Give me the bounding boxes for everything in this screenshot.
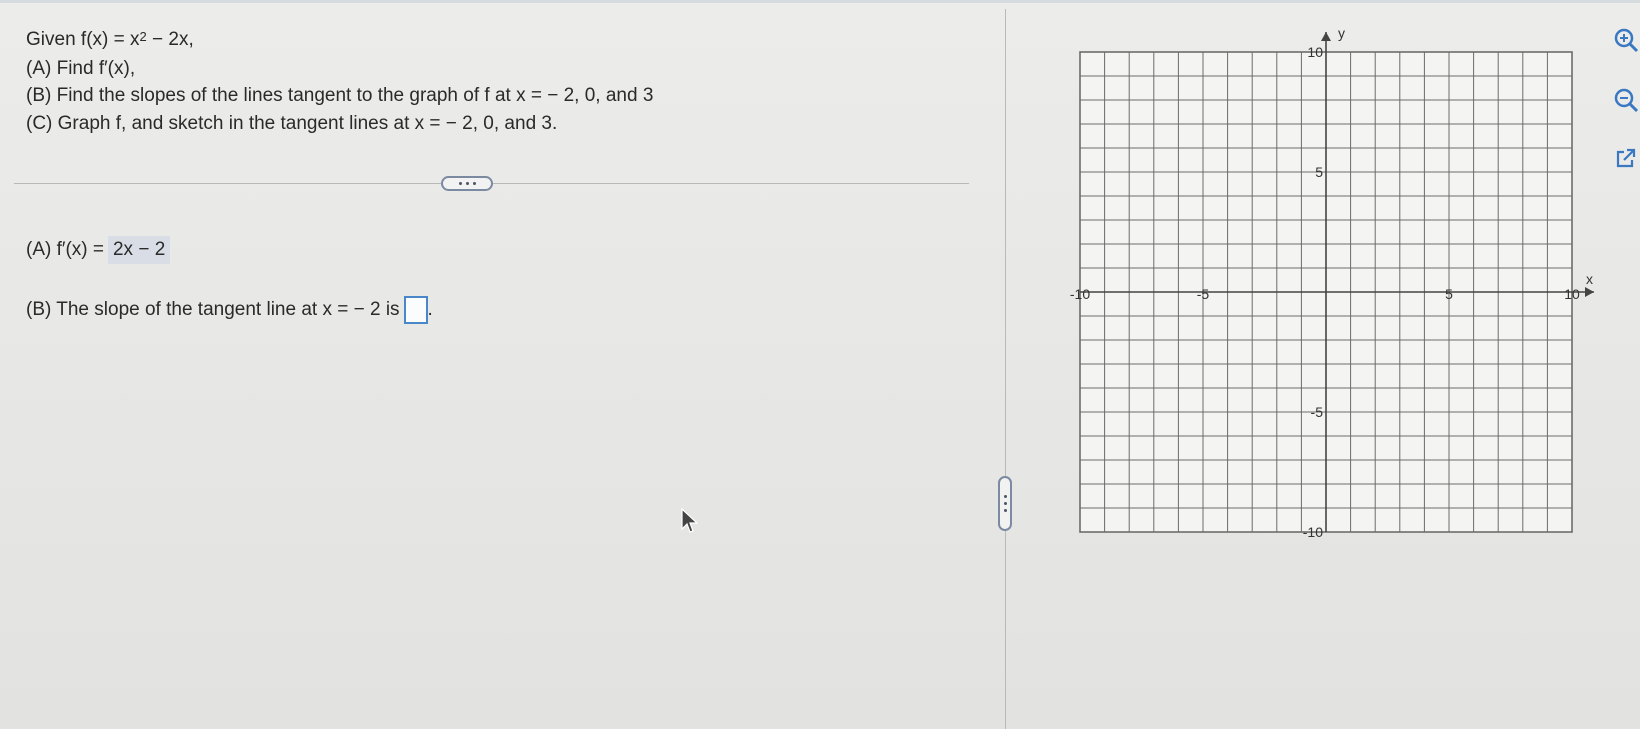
x-axis-arrow-icon — [1585, 287, 1594, 297]
answer-b-period: . — [427, 299, 433, 321]
x-tick-label: 10 — [1564, 286, 1580, 302]
question-part-c: (C) Graph f, and sketch in the tangent l… — [26, 112, 558, 134]
question-text: Given f(x) = x2 − 2x, (A) Find f′(x), (B… — [26, 26, 653, 137]
given-prefix: Given f(x) = x — [26, 29, 140, 50]
answer-a-label: (A) f′(x) = — [26, 239, 104, 260]
question-part-b: (B) Find the slopes of the lines tangent… — [26, 85, 654, 106]
answer-b-label: (B) The slope of the tangent line at x =… — [26, 299, 400, 321]
answer-a-row: (A) f′(x) = 2x − 2 — [26, 236, 171, 264]
graph-panel[interactable]: x y -10 -5 5 10 10 5 -5 -10 — [1060, 20, 1605, 540]
y-tick-label: 10 — [1307, 44, 1323, 60]
panel-divider — [1005, 9, 1006, 729]
x-axis-label: x — [1586, 271, 1593, 287]
answer-b-row: (B) The slope of the tangent line at x =… — [26, 296, 433, 324]
slope-input[interactable] — [403, 296, 428, 324]
x-tick-label: -5 — [1197, 286, 1210, 302]
x-tick-label: 5 — [1445, 286, 1453, 302]
y-tick-label: 5 — [1315, 164, 1323, 180]
panel-resize-handle[interactable] — [998, 476, 1012, 531]
given-exponent: 2 — [139, 29, 147, 44]
question-given: Given f(x) = x2 − 2x, — [26, 26, 653, 55]
y-tick-label: -10 — [1303, 524, 1323, 540]
answer-a-value: 2x − 2 — [107, 236, 171, 264]
y-axis-label: y — [1338, 25, 1345, 41]
given-suffix: − 2x, — [146, 29, 194, 50]
x-tick-label: -10 — [1070, 286, 1090, 302]
y-tick-label: -5 — [1311, 404, 1324, 420]
expand-more-button[interactable] — [441, 176, 493, 191]
mouse-cursor-icon — [681, 508, 698, 533]
zoom-out-icon[interactable] — [1612, 86, 1640, 114]
top-border — [0, 0, 1640, 3]
question-part-a: (A) Find f′(x), — [26, 57, 136, 79]
y-axis-arrow-icon — [1321, 32, 1331, 41]
external-link-icon[interactable] — [1612, 144, 1640, 172]
zoom-in-icon[interactable] — [1612, 26, 1640, 54]
